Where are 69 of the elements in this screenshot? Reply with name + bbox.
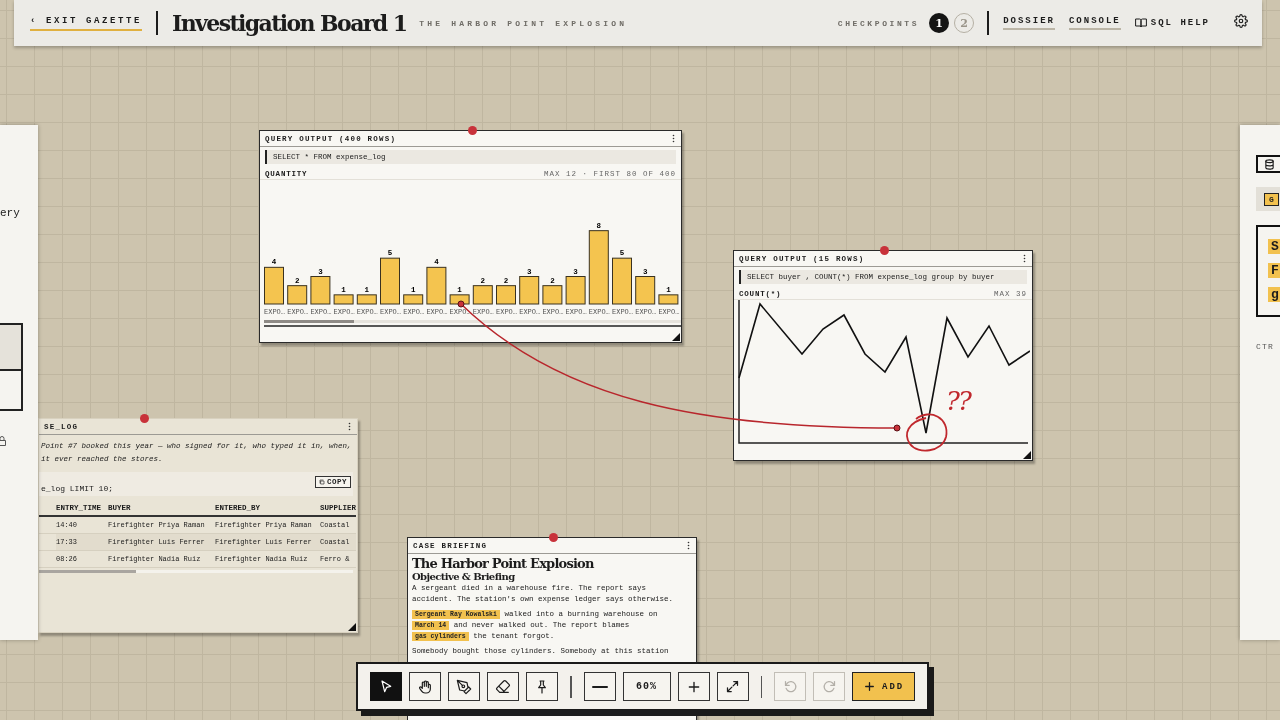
eraser-tool-button[interactable] (487, 672, 519, 701)
pin-dot (549, 533, 558, 542)
hand-icon (417, 678, 433, 695)
bar (496, 285, 516, 305)
database-icon (1264, 158, 1275, 170)
bar (519, 276, 540, 305)
bar (449, 294, 470, 305)
pin-dot (468, 126, 477, 135)
bar (635, 276, 656, 305)
pin-dot (880, 246, 889, 255)
bar (542, 285, 563, 305)
plus-icon (863, 680, 876, 693)
resize-handle[interactable] (348, 623, 356, 631)
briefing-subheading: Objective & Briefing (412, 571, 516, 582)
zoom-out-button[interactable] (583, 672, 616, 701)
highlight-text: F (1268, 263, 1280, 278)
bar (380, 257, 400, 305)
select-tool-button[interactable] (370, 672, 402, 701)
book-icon (1134, 17, 1147, 29)
add-button[interactable]: ADD (852, 672, 916, 701)
expand-icon (725, 679, 740, 694)
pin-dot (140, 414, 149, 423)
sheet-text: ery (0, 207, 20, 219)
bar (472, 285, 493, 305)
briefing-heading: The Harbor Point Explosion (412, 556, 595, 571)
cursor-icon (378, 678, 394, 695)
bar (356, 294, 377, 305)
case-subtitle: THE HARBOR POINT EXPLOSION (419, 18, 628, 28)
nav-link[interactable]: CONSOLE (1068, 16, 1121, 30)
checkpoints-label: CHECKPOINTS (837, 18, 920, 28)
bar (403, 294, 424, 305)
circle-scribble (906, 413, 948, 452)
bar (612, 257, 632, 305)
minus-icon (591, 685, 608, 688)
pen-tool-button[interactable] (448, 672, 480, 701)
highlight-text: g (1268, 287, 1280, 302)
sheet-box (0, 371, 23, 411)
shortcut-hint: CTR (1256, 342, 1275, 351)
highlight-text: S (1268, 239, 1280, 254)
zoom-level-button[interactable]: 60% (622, 672, 671, 701)
board-title: Investigation Board 1 (172, 10, 407, 36)
sheet-box (0, 323, 23, 371)
bar (310, 276, 331, 305)
query-text: e_log LIMIT 10; (41, 484, 113, 493)
bar (333, 294, 354, 305)
pin-tool-button[interactable] (526, 672, 558, 701)
scrollbar[interactable] (39, 570, 353, 573)
eraser-icon (495, 678, 511, 695)
nav-link[interactable]: DOSSIER (1003, 16, 1055, 30)
pen-icon (456, 678, 472, 695)
exit-link[interactable]: ‹ EXIT GAZETTE (30, 15, 142, 31)
sql-help-link[interactable]: SQL HELP (1134, 17, 1210, 29)
hand-tool-button[interactable] (409, 672, 441, 701)
resize-handle[interactable] (1023, 451, 1031, 459)
settings-icon[interactable] (1234, 13, 1248, 28)
handwritten-note: ?? (946, 386, 970, 416)
bar (658, 294, 679, 305)
copy-icon (319, 479, 325, 485)
bar (426, 266, 447, 305)
zoom-in-button[interactable] (677, 672, 710, 701)
redo-icon (821, 679, 837, 694)
chip-label: G (1264, 192, 1279, 206)
resize-handle[interactable] (672, 333, 680, 341)
checkpoint-badge[interactable]: 1 (929, 13, 950, 33)
bar (287, 285, 308, 305)
bar (565, 276, 586, 305)
undo-icon (782, 679, 798, 694)
bar (264, 266, 284, 305)
fit-view-button[interactable] (716, 672, 749, 701)
